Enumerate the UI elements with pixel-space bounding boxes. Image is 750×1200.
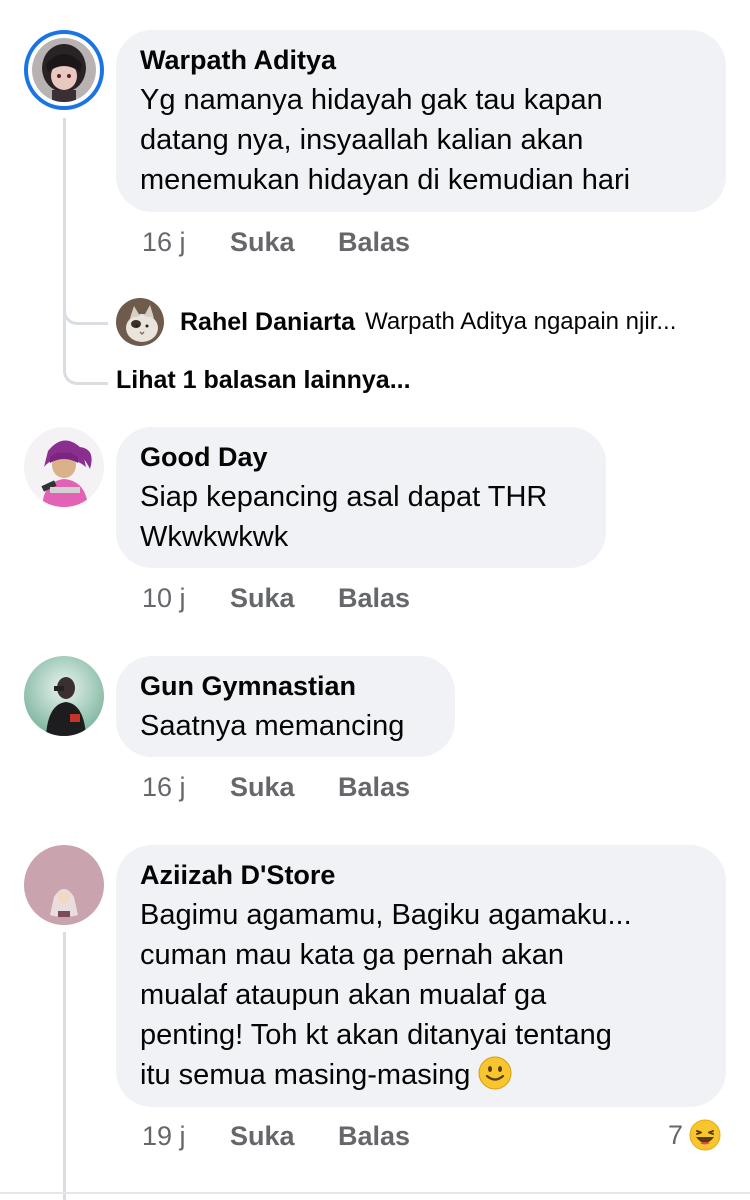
avatar[interactable]	[24, 656, 104, 736]
avatar[interactable]	[32, 38, 96, 102]
dark-anime-avatar-icon	[32, 38, 96, 102]
reply-author[interactable]: Rahel Daniarta	[180, 308, 355, 337]
comment-actions: 19 j Suka Balas	[142, 1119, 442, 1153]
comment-author[interactable]: Warpath Aditya	[140, 44, 702, 76]
comment-bubble[interactable]: Aziizah D'Store Bagimu agamamu, Bagiku a…	[116, 845, 726, 1107]
reply-button[interactable]: Balas	[338, 770, 410, 804]
reply-button[interactable]: Balas	[338, 1119, 410, 1153]
comment-author[interactable]: Gun Gymnastian	[140, 670, 431, 702]
like-button[interactable]: Suka	[230, 225, 295, 259]
thread-connector	[63, 350, 108, 385]
comment-text: Yg namanya hidayah gak tau kapan datang …	[140, 84, 631, 196]
comment-bubble[interactable]: Warpath Aditya Yg namanya hidayah gak ta…	[116, 30, 726, 212]
comment-author[interactable]: Aziizah D'Store	[140, 859, 702, 891]
comment-bubble[interactable]: Good Day Siap kepancing asal dapat THR W…	[116, 427, 606, 568]
avatar[interactable]	[24, 845, 104, 925]
comment-time[interactable]: 16 j	[142, 770, 186, 804]
like-button[interactable]: Suka	[230, 581, 295, 615]
comment-actions: 16 j Suka Balas	[142, 770, 442, 804]
comment-bubble[interactable]: Gun Gymnastian Saatnya memancing	[116, 656, 455, 757]
comment-text: Siap kepancing asal dapat THR Wkwkwkwk	[140, 481, 548, 553]
reply-text: Warpath Aditya ngapain njir...	[365, 308, 677, 335]
thread-line	[63, 118, 66, 368]
like-button[interactable]: Suka	[230, 770, 295, 804]
comment-actions: 10 j Suka Balas	[142, 581, 442, 615]
comment-actions: 16 j Suka Balas	[142, 225, 442, 259]
person-photo-avatar-icon	[24, 656, 104, 736]
reaction-summary[interactable]: 7	[668, 1118, 721, 1152]
comment-time[interactable]: 19 j	[142, 1119, 186, 1153]
haha-reaction-icon	[689, 1119, 721, 1151]
avatar[interactable]	[24, 427, 104, 507]
hijab-girl-avatar-icon	[24, 845, 104, 925]
slightly-smiling-face-emoji-icon	[478, 1056, 512, 1090]
comment-author[interactable]: Good Day	[140, 441, 582, 473]
reply-button[interactable]: Balas	[338, 581, 410, 615]
view-more-replies-link[interactable]: Lihat 1 balasan lainnya...	[116, 366, 411, 395]
comment-time[interactable]: 10 j	[142, 581, 186, 615]
pink-hoodie-girl-avatar-icon	[24, 427, 104, 507]
reaction-count: 7	[668, 1119, 684, 1150]
like-button[interactable]: Suka	[230, 1119, 295, 1153]
comment-text-content: Bagimu agamamu, Bagiku agamaku... cuman …	[140, 899, 632, 1091]
comment-text: Bagimu agamamu, Bagiku agamaku... cuman …	[140, 895, 702, 1095]
thread-line	[63, 932, 66, 1200]
reply-button[interactable]: Balas	[338, 225, 410, 259]
reply-preview[interactable]: Rahel Daniarta Warpath Aditya ngapain nj…	[116, 298, 716, 346]
thread-connector	[63, 290, 108, 325]
cat-avatar-icon	[116, 298, 164, 346]
comment-text: Saatnya memancing	[140, 710, 405, 742]
bottom-divider	[0, 1192, 750, 1194]
avatar[interactable]	[116, 298, 164, 346]
comment-time[interactable]: 16 j	[142, 225, 186, 259]
